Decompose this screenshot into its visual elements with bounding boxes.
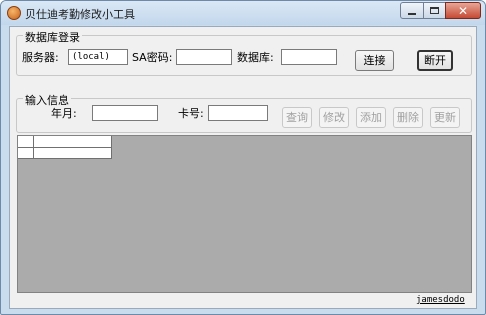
- title-bar[interactable]: 贝仕迪考勤修改小工具 ✕: [1, 1, 485, 25]
- minimize-icon: [408, 12, 416, 15]
- maximize-icon: [430, 7, 439, 14]
- database-input[interactable]: [281, 49, 337, 65]
- server-input[interactable]: (local): [68, 49, 128, 65]
- grid-data-cell[interactable]: [34, 148, 112, 159]
- window-title: 贝仕迪考勤修改小工具: [25, 8, 135, 21]
- add-button[interactable]: 添加: [356, 107, 386, 128]
- update-button[interactable]: 更新: [430, 107, 460, 128]
- query-button[interactable]: 查询: [282, 107, 312, 128]
- disconnect-button[interactable]: 断开: [417, 50, 453, 71]
- year-month-input[interactable]: [92, 105, 158, 121]
- server-label: 服务器:: [22, 51, 59, 64]
- close-icon: ✕: [457, 3, 469, 18]
- sa-password-input[interactable]: [176, 49, 232, 65]
- data-grid[interactable]: [17, 135, 472, 293]
- grid-corner-cell: [18, 136, 34, 148]
- connect-button[interactable]: 连接: [355, 50, 394, 71]
- card-number-label: 卡号:: [178, 107, 204, 120]
- maximize-button[interactable]: [423, 2, 446, 19]
- database-label: 数据库:: [237, 51, 274, 64]
- app-logo-icon: [7, 6, 21, 20]
- modify-button[interactable]: 修改: [319, 107, 349, 128]
- sa-password-label: SA密码:: [132, 51, 173, 64]
- minimize-button[interactable]: [400, 2, 424, 19]
- close-button[interactable]: ✕: [445, 2, 481, 19]
- year-month-label: 年月:: [51, 107, 77, 120]
- author-link[interactable]: jamesdodo: [416, 295, 465, 305]
- input-info-group: 输入信息 年月: 卡号: 查询 修改 添加 删除 更新: [16, 92, 472, 133]
- card-number-input[interactable]: [208, 105, 268, 121]
- grid-header-cell[interactable]: [34, 136, 112, 148]
- app-window: 贝仕迪考勤修改小工具 ✕ 数据库登录 服务器: (local) SA密码: 数据…: [0, 0, 486, 315]
- database-login-group-label: 数据库登录: [23, 29, 82, 45]
- database-login-group: 数据库登录 服务器: (local) SA密码: 数据库: 连接 断开: [16, 29, 472, 76]
- client-area: 数据库登录 服务器: (local) SA密码: 数据库: 连接 断开 输入信息…: [9, 26, 477, 309]
- delete-button[interactable]: 删除: [393, 107, 423, 128]
- grid-row-header-cell[interactable]: [18, 148, 34, 159]
